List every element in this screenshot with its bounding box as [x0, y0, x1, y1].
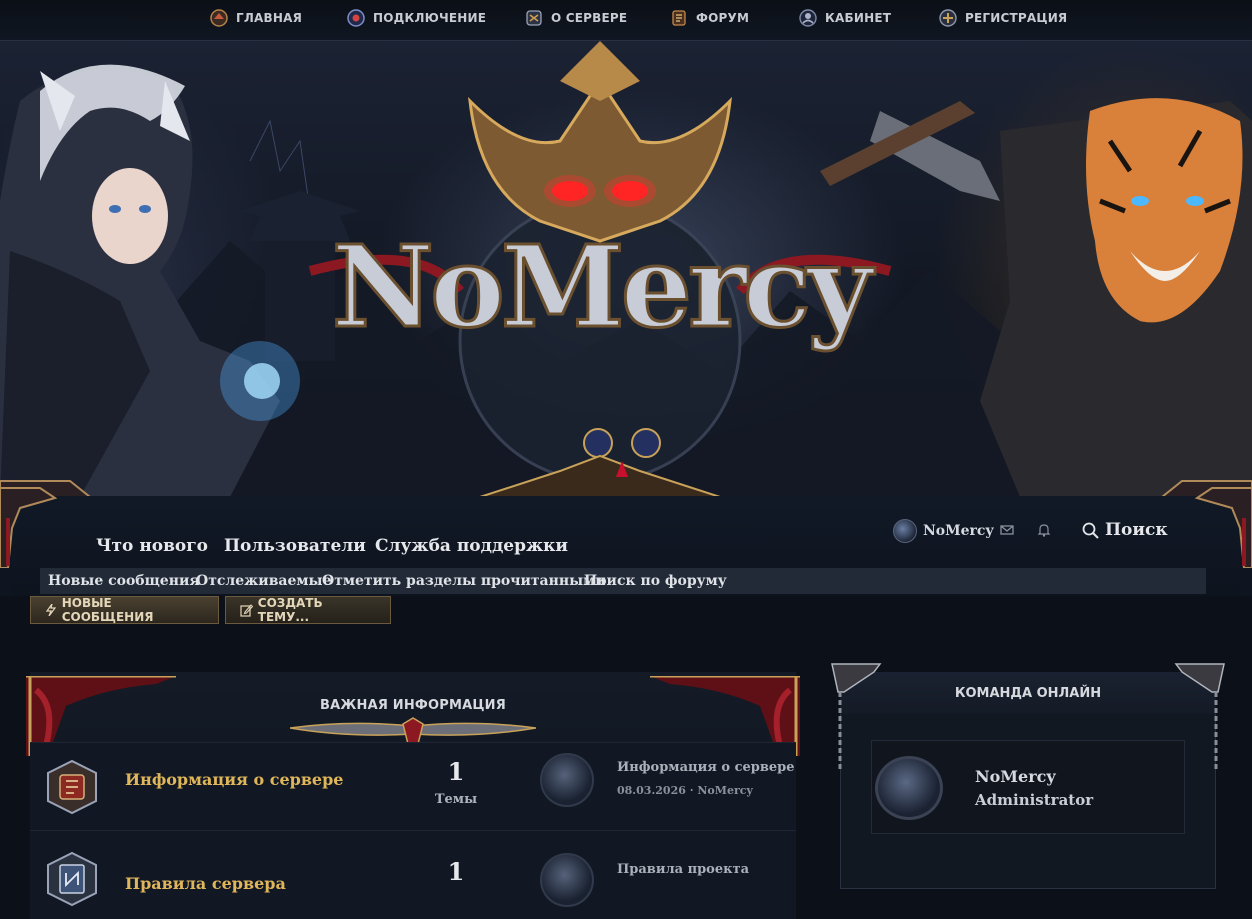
last-poster-avatar[interactable]: [540, 853, 594, 907]
edit-icon: [240, 603, 253, 617]
account-username: NoMercy: [923, 523, 994, 539]
hero-banner: NoMercy: [0, 40, 1252, 497]
avatar: [893, 519, 917, 543]
inbox-icon[interactable]: [1000, 523, 1014, 537]
node-title-link[interactable]: Информация о сервере: [125, 770, 343, 789]
nav-item-about-server[interactable]: О СЕРВЕРЕ: [524, 8, 627, 28]
new-posts-button[interactable]: НОВЫЕ СООБЩЕНИЯ: [30, 596, 219, 624]
left-ornament: [0, 487, 58, 568]
nav-item-label: РЕГИСТРАЦИЯ: [965, 11, 1068, 25]
search-label: Поиск: [1105, 520, 1168, 540]
search-icon: [1082, 522, 1099, 539]
bolt-icon: [45, 604, 57, 616]
search-button[interactable]: Поиск: [1082, 520, 1168, 540]
nav-item-label: ФОРУМ: [696, 11, 750, 25]
sub-navigation: Новые сообщения Отслеживаемые Отметить р…: [40, 568, 1206, 594]
subnav-new-posts[interactable]: Новые сообщения: [48, 573, 200, 589]
threads-count: 1: [447, 757, 465, 786]
nav-item-connect[interactable]: ПОДКЛЮЧЕНИЕ: [346, 8, 486, 28]
member-avatar[interactable]: [875, 756, 943, 820]
subnav-mark-read[interactable]: Отметить разделы прочитанными: [322, 573, 606, 589]
last-post-title[interactable]: Информация о сервере: [617, 760, 795, 775]
tab-whats-new[interactable]: Что нового: [96, 536, 208, 556]
connect-emblem-icon: [346, 8, 366, 28]
node-title-link[interactable]: Правила сервера: [125, 874, 286, 893]
last-post-meta: 08.03.2026 · NoMercy: [617, 784, 753, 797]
account-link[interactable]: NoMercy: [893, 519, 994, 543]
create-thread-button[interactable]: СОЗДАТЬ ТЕМУ...: [225, 596, 391, 624]
last-post-title[interactable]: Правила проекта: [617, 862, 749, 877]
nav-item-label: О СЕРВЕРЕ: [551, 11, 628, 25]
category-title: ВАЖНАЯ ИНФОРМАЦИЯ: [320, 698, 506, 713]
server-info-node-icon: [47, 759, 97, 815]
nav-item-register[interactable]: РЕГИСТРАЦИЯ: [938, 8, 1067, 28]
cabinet-emblem-icon: [798, 8, 818, 28]
top-navigation: ГЛАВНАЯ ПОДКЛЮЧЕНИЕ О СЕРВЕРЕ ФОРУМ КАБИ…: [0, 0, 1252, 40]
new-posts-label: НОВЫЕ СООБЩЕНИЯ: [61, 596, 154, 624]
nav-item-cabinet[interactable]: КАБИНЕТ: [798, 8, 891, 28]
right-ornament: [1194, 487, 1252, 568]
subnav-watched[interactable]: Отслеживаемые: [196, 573, 332, 589]
nav-item-label: КАБИНЕТ: [825, 11, 892, 25]
home-emblem-icon: [209, 8, 229, 28]
last-poster-avatar[interactable]: [540, 753, 594, 807]
nav-item-home[interactable]: ГЛАВНАЯ: [209, 8, 302, 28]
server-rules-node-icon: [47, 851, 97, 907]
threads-count: 1: [447, 857, 465, 886]
nav-item-label: ПОДКЛЮЧЕНИЕ: [373, 11, 487, 25]
bell-icon[interactable]: [1037, 523, 1051, 537]
forum-node-row: Правила сервера 1 Правила проекта: [30, 830, 796, 919]
tab-support[interactable]: Служба поддержки: [375, 536, 568, 556]
forum-node-row: Информация о сервере 1 Темы Информация о…: [30, 742, 796, 831]
register-emblem-icon: [938, 8, 958, 28]
banner-artwork: NoMercy: [0, 41, 1252, 497]
tab-members[interactable]: Пользователи: [224, 536, 366, 556]
subnav-search-forums[interactable]: Поиск по форуму: [584, 573, 727, 589]
create-thread-label: СОЗДАТЬ ТЕМУ...: [257, 596, 323, 624]
sidebar-title: КОМАНДА ОНЛАЙН: [954, 686, 1102, 701]
member-role: Administrator: [975, 791, 1094, 809]
member-name-link[interactable]: NoMercy: [975, 767, 1056, 786]
nav-item-forum[interactable]: ФОРУМ: [669, 8, 749, 28]
forum-emblem-icon: [669, 8, 689, 28]
logo-wordmark: NoMercy: [332, 222, 876, 353]
server-emblem-icon: [524, 8, 544, 28]
nav-item-label: ГЛАВНАЯ: [236, 11, 303, 25]
threads-label: Темы: [434, 792, 478, 807]
